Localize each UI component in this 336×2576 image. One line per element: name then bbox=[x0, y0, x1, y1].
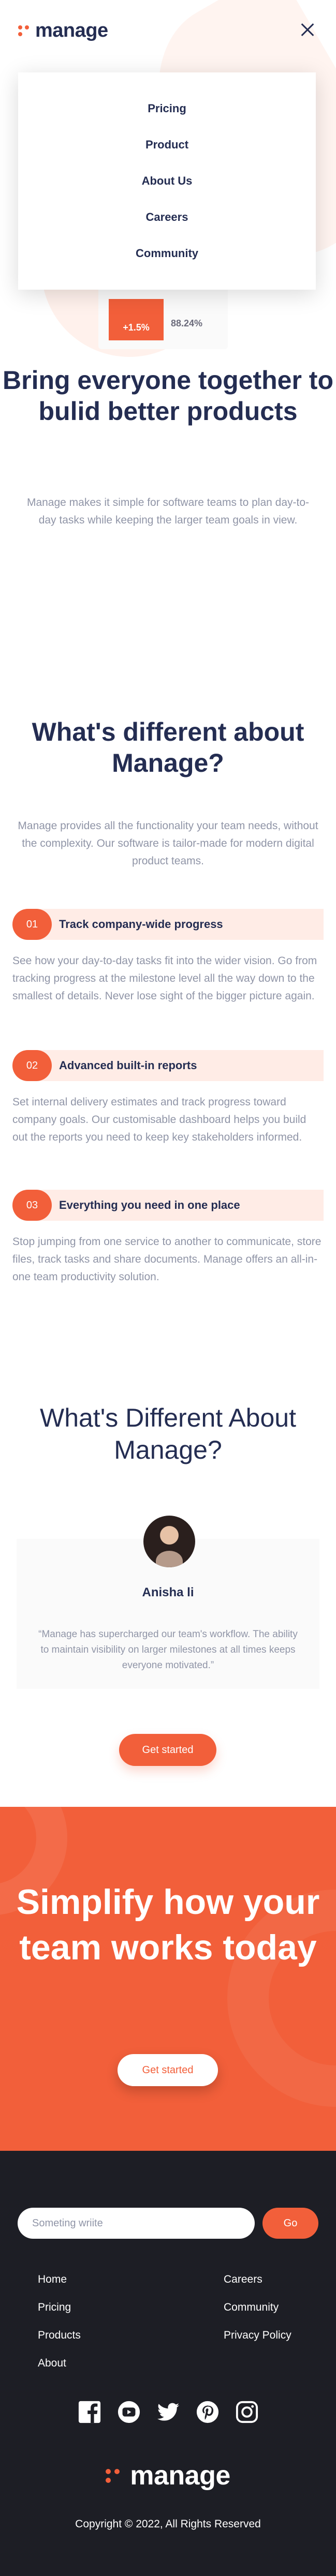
get-started-button[interactable]: Get started bbox=[119, 1734, 216, 1766]
copyright: Copyright © 2022, All Rights Reserved bbox=[75, 2518, 261, 2530]
site-header: manage bbox=[18, 20, 318, 42]
pinterest-icon[interactable] bbox=[195, 2399, 221, 2425]
site-footer: Go Home Pricing Products About Careers C… bbox=[0, 2151, 336, 2576]
footer-logo-text: manage bbox=[130, 2461, 230, 2491]
testimonials-title: What's Different About Manage? bbox=[40, 1403, 296, 1464]
stat-value: 88.24% bbox=[171, 318, 203, 328]
twitter-icon[interactable] bbox=[155, 2399, 181, 2425]
youtube-icon[interactable] bbox=[116, 2399, 142, 2425]
footer-link-home[interactable]: Home bbox=[38, 2266, 81, 2294]
features-title: What's different about Manage? bbox=[32, 717, 304, 777]
feature-title: Track company-wide progress bbox=[59, 918, 223, 931]
footer-link-privacy[interactable]: Privacy Policy bbox=[224, 2322, 291, 2349]
feature-description: See how your day-to-day tasks fit into t… bbox=[12, 955, 317, 1002]
logo[interactable]: manage bbox=[18, 20, 108, 42]
footer-link-pricing[interactable]: Pricing bbox=[38, 2294, 81, 2322]
menu-item-pricing[interactable]: Pricing bbox=[148, 102, 186, 115]
feature-item: 03 Everything you need in one place Stop… bbox=[0, 1190, 336, 1286]
page: manage +1.5% 88.24% Pricing Product Abou… bbox=[0, 0, 336, 2576]
logo-dots-icon bbox=[18, 25, 29, 36]
feature-title: Advanced built-in reports bbox=[59, 1059, 197, 1072]
newsletter-input[interactable] bbox=[18, 2208, 255, 2239]
testimonial-card: Anisha li “Manage has supercharged our t… bbox=[17, 1516, 319, 1689]
logo-dots-icon bbox=[106, 2468, 120, 2483]
menu-item-community[interactable]: Community bbox=[136, 247, 198, 260]
footer-link-about[interactable]: About bbox=[38, 2349, 81, 2377]
stat-growth: +1.5% bbox=[109, 299, 164, 340]
close-menu-button[interactable] bbox=[297, 20, 318, 40]
features-text: Manage provides all the functionality yo… bbox=[18, 820, 318, 867]
hero-text: Manage makes it simple for software team… bbox=[26, 497, 310, 526]
menu-item-about-us[interactable]: About Us bbox=[142, 174, 193, 188]
feature-header: 02 Advanced built-in reports bbox=[12, 1050, 324, 1081]
footer-links-right: Careers Community Privacy Policy bbox=[224, 2266, 291, 2349]
social-links bbox=[0, 2399, 336, 2425]
instagram-icon[interactable] bbox=[234, 2399, 260, 2425]
menu-item-product[interactable]: Product bbox=[145, 138, 188, 152]
footer-logo[interactable]: manage bbox=[0, 2460, 336, 2491]
mobile-menu: Pricing Product About Us Careers Communi… bbox=[18, 72, 316, 290]
footer-link-products[interactable]: Products bbox=[38, 2322, 81, 2349]
feature-description: Stop jumping from one service to another… bbox=[12, 1236, 322, 1283]
feature-number: 03 bbox=[12, 1190, 52, 1221]
feature-number: 02 bbox=[12, 1050, 52, 1081]
feature-number: 01 bbox=[12, 909, 52, 940]
cta-title: Simplify how your team works today bbox=[16, 1882, 320, 1967]
cta-section: Simplify how your team works today Get s… bbox=[0, 1807, 336, 2151]
feature-item: 01 Track company-wide progress See how y… bbox=[0, 909, 336, 1005]
testimonial-name: Anisha li bbox=[142, 1585, 194, 1599]
feature-item: 02 Advanced built-in reports Set interna… bbox=[0, 1050, 336, 1146]
logo-text: manage bbox=[35, 20, 108, 41]
feature-header: 03 Everything you need in one place bbox=[12, 1190, 324, 1221]
feature-header: 01 Track company-wide progress bbox=[12, 909, 324, 940]
cta-get-started-button[interactable]: Get started bbox=[118, 2054, 218, 2086]
footer-link-community[interactable]: Community bbox=[224, 2294, 291, 2322]
newsletter-go-button[interactable]: Go bbox=[262, 2208, 318, 2239]
feature-description: Set internal delivery estimates and trac… bbox=[12, 1096, 306, 1143]
footer-link-careers[interactable]: Careers bbox=[224, 2266, 291, 2294]
facebook-icon[interactable] bbox=[77, 2399, 103, 2425]
feature-title: Everything you need in one place bbox=[59, 1199, 240, 1211]
menu-item-careers[interactable]: Careers bbox=[146, 211, 188, 224]
avatar bbox=[143, 1516, 195, 1567]
hero-stat-card: +1.5% 88.24% bbox=[98, 287, 228, 349]
testimonial-quote: “Manage has supercharged our team's work… bbox=[38, 1629, 298, 1671]
footer-links-left: Home Pricing Products About bbox=[38, 2266, 81, 2377]
hero-title: Bring everyone together to bulid better … bbox=[3, 366, 333, 426]
